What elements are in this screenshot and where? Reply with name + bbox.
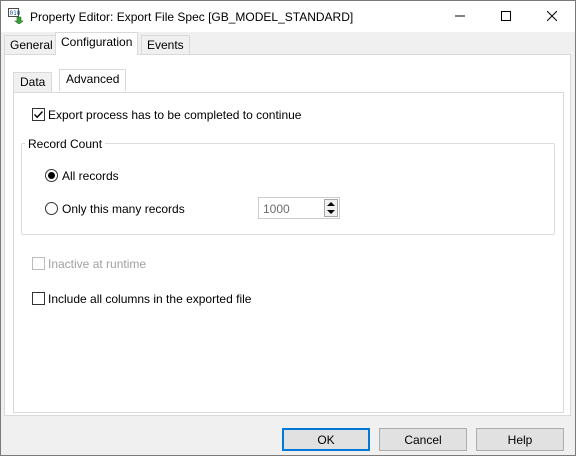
tab-configuration[interactable]: Configuration (55, 32, 139, 55)
maximize-icon (501, 10, 511, 24)
minimize-button[interactable] (437, 1, 483, 32)
tab-general-label: General (10, 38, 53, 52)
close-icon (546, 10, 558, 24)
spin-up-icon[interactable] (327, 202, 335, 206)
minimize-icon (455, 10, 465, 24)
cancel-button[interactable]: Cancel (379, 428, 467, 451)
inactive-runtime-checkbox (32, 257, 45, 270)
all-records-radio[interactable] (45, 169, 58, 182)
property-editor-window: 010 Property Editor: Export File Spec [G… (0, 0, 576, 456)
svg-text:010: 010 (10, 10, 21, 17)
all-records-label[interactable]: All records (62, 169, 119, 183)
only-many-records-label[interactable]: Only this many records (62, 202, 185, 216)
tab-general[interactable]: General (4, 35, 59, 55)
tab-data[interactable]: Data (13, 72, 53, 92)
export-complete-label[interactable]: Export process has to be completed to co… (48, 108, 301, 122)
record-count-title: Record Count (25, 137, 106, 151)
include-all-columns-checkbox[interactable] (32, 292, 45, 305)
export-complete-checkbox[interactable] (32, 108, 45, 121)
tab-data-label: Data (20, 75, 46, 89)
include-all-columns-label[interactable]: Include all columns in the exported file (48, 292, 251, 306)
record-count-value[interactable]: 1000 (263, 202, 290, 216)
export-file-spec-icon: 010 (8, 8, 24, 25)
tab-events[interactable]: Events (141, 35, 190, 55)
title-bar[interactable]: 010 Property Editor: Export File Spec [G… (1, 1, 575, 32)
tab-advanced[interactable]: Advanced (59, 69, 127, 91)
close-button[interactable] (529, 1, 575, 32)
record-count-spinbox[interactable]: 1000 (258, 197, 340, 219)
inactive-runtime-label: Inactive at runtime (48, 257, 147, 271)
only-many-records-radio[interactable] (45, 202, 58, 215)
spin-buttons[interactable] (324, 199, 338, 217)
ok-button[interactable]: OK (282, 428, 370, 451)
spin-down-icon[interactable] (327, 210, 335, 214)
tab-events-label: Events (147, 38, 184, 52)
window-title: Property Editor: Export File Spec [GB_MO… (30, 10, 354, 24)
tab-advanced-label: Advanced (66, 72, 120, 86)
radio-selected-dot (48, 172, 55, 179)
help-button[interactable]: Help (476, 428, 564, 451)
tab-configuration-label: Configuration (61, 35, 133, 49)
record-count-group (21, 143, 555, 235)
maximize-button[interactable] (483, 1, 529, 32)
